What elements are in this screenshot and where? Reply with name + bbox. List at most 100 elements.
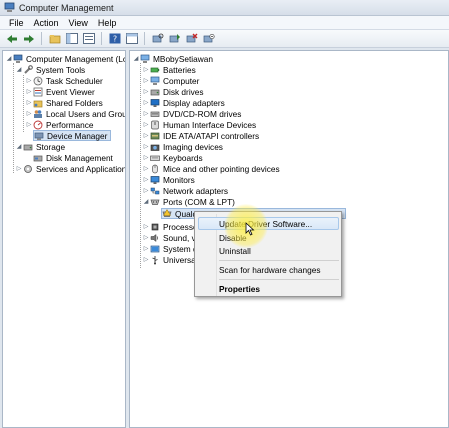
list-view-button[interactable]: [81, 31, 96, 46]
context-menu-separator: [219, 260, 339, 261]
back-button[interactable]: [4, 31, 19, 46]
menu-help[interactable]: Help: [93, 18, 122, 28]
computer-management-icon: [4, 2, 15, 12]
tree-item-label: Device Manager: [47, 130, 108, 141]
update-driver-button[interactable]: [167, 31, 182, 46]
hid-icon: [151, 120, 159, 129]
device-category-label: Universal: [163, 254, 198, 265]
tree-item-device-manager[interactable]: Device Manager: [33, 130, 112, 141]
tree-root[interactable]: ◢ Computer Management (Local: [5, 53, 125, 64]
collapsed-arrow-icon: ▷: [143, 133, 149, 139]
tree-item-storage[interactable]: ◢ Storage: [15, 141, 65, 152]
device-category-label: Mice and other pointing devices: [163, 163, 280, 174]
device-category-hid[interactable]: ▷ Human Interface Devices: [142, 119, 256, 130]
device-category-network[interactable]: ▷ Network adapters: [142, 185, 228, 196]
device-category-system[interactable]: ▷ System d: [142, 243, 198, 254]
console-tree[interactable]: ◢ Computer Management (Local ◢ System To…: [2, 50, 126, 428]
toolbar-separator: [101, 32, 102, 45]
expanded-arrow-icon: ◢: [6, 56, 12, 62]
menu-item-scan-hardware[interactable]: Scan for hardware changes: [219, 264, 320, 276]
dvd-drive-icon: [150, 111, 160, 117]
network-adapter-icon: [150, 187, 160, 194]
up-folder-button[interactable]: [47, 31, 62, 46]
tree-item-system-tools[interactable]: ◢ System Tools: [15, 64, 86, 75]
device-root[interactable]: ◢ MBobySetiawan: [132, 53, 213, 64]
window-title: Computer Management: [19, 2, 114, 13]
device-category-label: Batteries: [163, 64, 196, 75]
collapsed-arrow-icon: ▷: [143, 246, 149, 252]
scan-hardware-button[interactable]: [150, 31, 165, 46]
tree-item-performance[interactable]: ▷ Performance: [25, 119, 94, 130]
help-button[interactable]: ?: [107, 31, 122, 46]
device-category-label: System d: [163, 243, 198, 254]
event-viewer-icon: [33, 87, 43, 96]
tree-item-label: Performance: [46, 119, 94, 130]
collapsed-arrow-icon: ▷: [143, 224, 149, 230]
menu-item-properties[interactable]: Properties: [219, 283, 260, 295]
device-category-computer[interactable]: ▷ Computer: [142, 75, 200, 86]
device-category-label: Disk drives: [163, 86, 204, 97]
device-category-usb[interactable]: ▷ Universal: [142, 254, 198, 265]
tree-item-event-viewer[interactable]: ▷ Event Viewer: [25, 86, 95, 97]
device-category-display-adapters[interactable]: ▷ Display adapters: [142, 97, 225, 108]
menu-action[interactable]: Action: [29, 18, 64, 28]
tree-item-local-users[interactable]: ▷ Local Users and Groups: [25, 108, 125, 119]
system-device-icon: [150, 245, 160, 252]
device-category-disk-drives[interactable]: ▷ Disk drives: [142, 86, 204, 97]
computer-icon: [150, 76, 160, 85]
device-category-sound[interactable]: ▷ Sound, vi: [142, 232, 198, 243]
forward-button[interactable]: [21, 31, 36, 46]
device-category-ports[interactable]: ◢ Ports (COM & LPT): [142, 196, 235, 207]
device-category-label: Ports (COM & LPT): [163, 196, 235, 207]
expanded-arrow-icon: ◢: [143, 199, 149, 205]
forward-arrow-icon: [23, 34, 34, 43]
tree-item-disk-management[interactable]: Disk Management: [33, 152, 113, 163]
collapsed-arrow-icon: ▷: [143, 235, 149, 241]
device-category-label: Human Interface Devices: [163, 119, 257, 130]
tree-item-label: Local Users and Groups: [46, 108, 125, 119]
tree-item-task-scheduler[interactable]: ▷ Task Scheduler: [25, 75, 103, 86]
device-category-label: Network adapters: [163, 185, 229, 196]
collapsed-arrow-icon: ▷: [143, 67, 149, 73]
tree-item-label: Shared Folders: [46, 97, 103, 108]
device-category-label: Computer: [163, 75, 200, 86]
menu-view[interactable]: View: [64, 18, 93, 28]
device-category-keyboards[interactable]: ▷ Keyboards: [142, 152, 203, 163]
storage-icon: [23, 144, 33, 150]
collapsed-arrow-icon: ▷: [26, 89, 32, 95]
uninstall-button[interactable]: [184, 31, 199, 46]
tree-item-shared-folders[interactable]: ▷ Shared Folders: [25, 97, 103, 108]
disable-button[interactable]: [201, 31, 216, 46]
properties-view-button[interactable]: [124, 31, 139, 46]
display-adapter-icon: [150, 98, 160, 107]
tree-line: [13, 63, 14, 173]
tree-item-services[interactable]: ▷ Services and Applications: [15, 163, 125, 174]
device-manager-icon: [34, 132, 44, 140]
collapsed-arrow-icon: ▷: [143, 155, 149, 161]
device-category-batteries[interactable]: ▷ Batteries: [142, 64, 196, 75]
device-category-dvd-drives[interactable]: ▷ DVD/CD-ROM drives: [142, 108, 242, 119]
processor-icon: [151, 223, 159, 230]
disable-device-icon: [203, 33, 215, 43]
device-category-mice[interactable]: ▷ Mice and other pointing devices: [142, 163, 280, 174]
tree-item-label: System Tools: [36, 64, 86, 75]
keyboard-icon: [150, 155, 160, 161]
device-category-imaging[interactable]: ▷ Imaging devices: [142, 141, 223, 152]
performance-icon: [33, 120, 43, 129]
context-menu: Update Driver Software... Disable Uninst…: [194, 211, 342, 297]
menu-file[interactable]: File: [4, 18, 29, 28]
window-icon: [125, 33, 138, 44]
device-category-label: Display adapters: [163, 97, 225, 108]
toolbar-separator: [41, 32, 42, 45]
tree-item-label: Disk Management: [46, 152, 113, 163]
device-category-ide[interactable]: ▷ IDE ATA/ATAPI controllers: [142, 130, 260, 141]
collapsed-arrow-icon: ▷: [16, 166, 22, 172]
collapsed-arrow-icon: ▷: [143, 89, 149, 95]
show-hide-tree-button[interactable]: [64, 31, 79, 46]
list-icon: [82, 33, 95, 44]
device-category-monitors[interactable]: ▷ Monitors: [142, 174, 195, 185]
ide-controller-icon: [150, 132, 160, 139]
tree-item-label: Task Scheduler: [46, 75, 103, 86]
title-bar: Computer Management: [0, 0, 449, 16]
device-category-label: Keyboards: [163, 152, 203, 163]
